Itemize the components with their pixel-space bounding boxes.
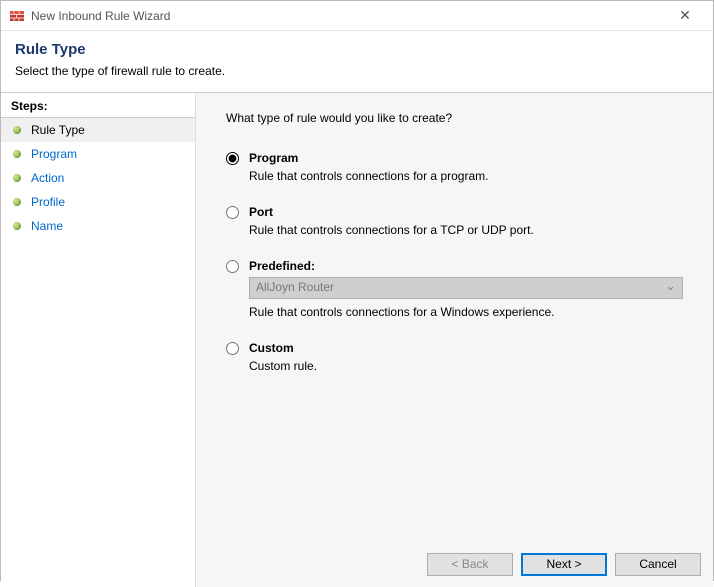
bullet-icon xyxy=(13,174,21,182)
steps-heading: Steps: xyxy=(1,93,195,118)
bullet-icon xyxy=(13,126,21,134)
firewall-icon xyxy=(9,8,25,24)
step-name[interactable]: Name xyxy=(1,214,195,238)
step-profile[interactable]: Profile xyxy=(1,190,195,214)
step-action[interactable]: Action xyxy=(1,166,195,190)
option-label: Predefined: xyxy=(249,259,683,273)
radio-program[interactable] xyxy=(226,152,239,165)
step-label: Action xyxy=(31,171,64,185)
bullet-icon xyxy=(13,198,21,206)
step-label: Rule Type xyxy=(31,123,85,137)
cancel-button[interactable]: Cancel xyxy=(615,553,701,576)
step-program[interactable]: Program xyxy=(1,142,195,166)
step-rule-type[interactable]: Rule Type xyxy=(1,118,195,142)
next-button[interactable]: Next > xyxy=(521,553,607,576)
step-label: Program xyxy=(31,147,77,161)
steps-sidebar: Steps: Rule Type Program Action Profile … xyxy=(1,93,196,587)
radio-predefined[interactable] xyxy=(226,260,239,273)
option-desc: Rule that controls connections for a Win… xyxy=(249,305,683,319)
option-custom[interactable]: Custom Custom rule. xyxy=(226,341,683,379)
option-desc: Rule that controls connections for a TCP… xyxy=(249,223,683,237)
close-button[interactable]: ✕ xyxy=(665,7,705,24)
bullet-icon xyxy=(13,222,21,230)
window-title: New Inbound Rule Wizard xyxy=(31,9,665,23)
option-label: Port xyxy=(249,205,683,219)
page-header: Rule Type Select the type of firewall ru… xyxy=(1,31,713,92)
titlebar: New Inbound Rule Wizard ✕ xyxy=(1,1,713,31)
bullet-icon xyxy=(13,150,21,158)
back-button: < Back xyxy=(427,553,513,576)
wizard-footer: < Back Next > Cancel xyxy=(196,541,713,587)
option-label: Custom xyxy=(249,341,683,355)
predefined-select-value: AllJoyn Router xyxy=(256,280,334,294)
option-desc: Rule that controls connections for a pro… xyxy=(249,169,683,183)
step-label: Profile xyxy=(31,195,65,209)
step-label: Name xyxy=(31,219,63,233)
main-panel: What type of rule would you like to crea… xyxy=(196,93,713,587)
radio-custom[interactable] xyxy=(226,342,239,355)
page-title: Rule Type xyxy=(15,41,699,58)
page-subtitle: Select the type of firewall rule to crea… xyxy=(15,64,699,78)
radio-port[interactable] xyxy=(226,206,239,219)
option-predefined[interactable]: Predefined: AllJoyn Router Rule that con… xyxy=(226,259,683,325)
option-desc: Custom rule. xyxy=(249,359,683,373)
option-label: Program xyxy=(249,151,683,165)
predefined-select: AllJoyn Router xyxy=(249,277,683,299)
option-port[interactable]: Port Rule that controls connections for … xyxy=(226,205,683,243)
option-program[interactable]: Program Rule that controls connections f… xyxy=(226,151,683,189)
prompt-text: What type of rule would you like to crea… xyxy=(226,111,683,125)
